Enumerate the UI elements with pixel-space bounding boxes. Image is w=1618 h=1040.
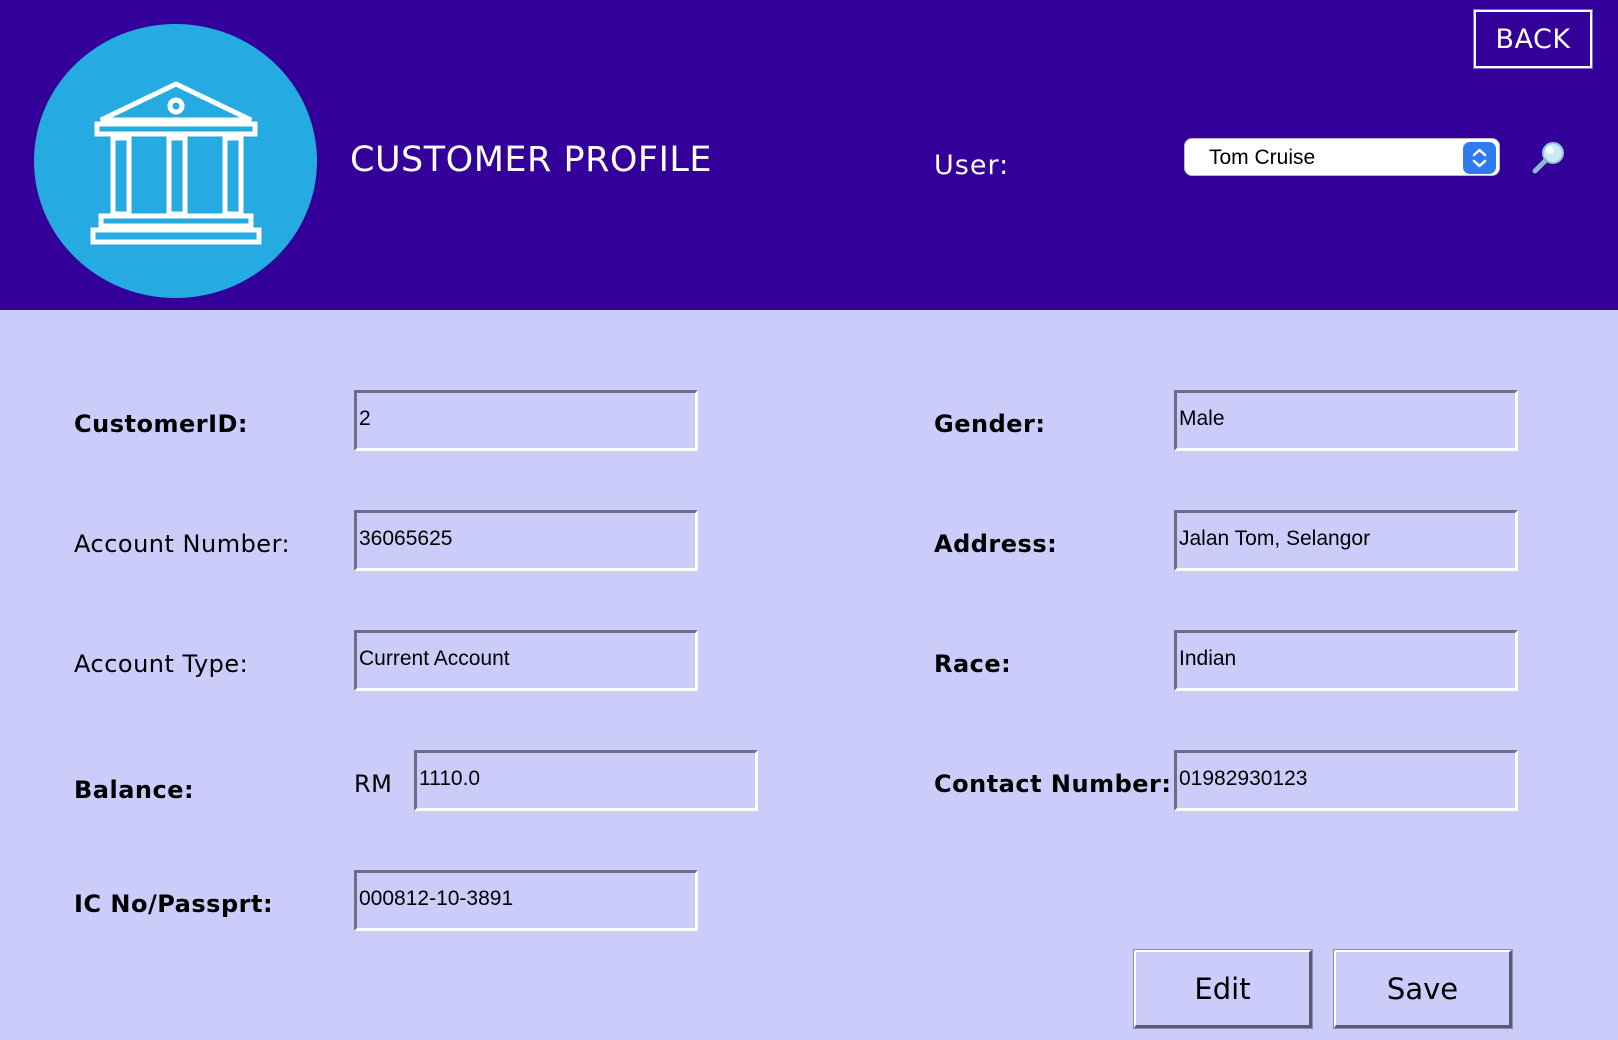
address-field[interactable]: Jalan Tom, Selangor bbox=[1174, 510, 1518, 571]
customer-id-field[interactable]: 2 bbox=[354, 390, 698, 451]
race-field[interactable]: Indian bbox=[1174, 630, 1518, 691]
ic-no-label: IC No/Passprt: bbox=[74, 890, 274, 918]
back-button[interactable]: BACK bbox=[1473, 9, 1593, 69]
address-label: Address: bbox=[934, 530, 1058, 558]
header-bar: CUSTOMER PROFILE User: Tom Cruise BACK bbox=[0, 0, 1618, 310]
page-title: CUSTOMER PROFILE bbox=[350, 140, 712, 180]
gender-label: Gender: bbox=[934, 410, 1046, 438]
user-dropdown[interactable]: Tom Cruise bbox=[1184, 138, 1500, 176]
account-number-label: Account Number: bbox=[74, 530, 291, 558]
user-dropdown-value: Tom Cruise bbox=[1209, 146, 1316, 169]
bank-building-icon bbox=[90, 81, 262, 245]
search-icon[interactable] bbox=[1530, 138, 1570, 182]
contact-number-field[interactable]: 01982930123 bbox=[1174, 750, 1518, 811]
bank-logo bbox=[34, 24, 317, 298]
chevron-up-down-icon bbox=[1463, 142, 1496, 174]
account-type-label: Account Type: bbox=[74, 650, 249, 678]
user-label: User: bbox=[934, 150, 1010, 181]
gender-field[interactable]: Male bbox=[1174, 390, 1518, 451]
account-number-field[interactable]: 36065625 bbox=[354, 510, 698, 571]
save-button[interactable]: Save bbox=[1333, 949, 1513, 1029]
contact-number-label: Contact Number: bbox=[934, 770, 1172, 798]
currency-label: RM bbox=[354, 770, 393, 798]
balance-label: Balance: bbox=[74, 776, 195, 804]
race-label: Race: bbox=[934, 650, 1012, 678]
balance-field[interactable]: 1110.0 bbox=[414, 750, 758, 811]
ic-no-field[interactable]: 000812-10-3891 bbox=[354, 870, 698, 931]
account-type-field[interactable]: Current Account bbox=[354, 630, 698, 691]
edit-button[interactable]: Edit bbox=[1133, 949, 1313, 1029]
customer-id-label: CustomerID: bbox=[74, 410, 249, 438]
